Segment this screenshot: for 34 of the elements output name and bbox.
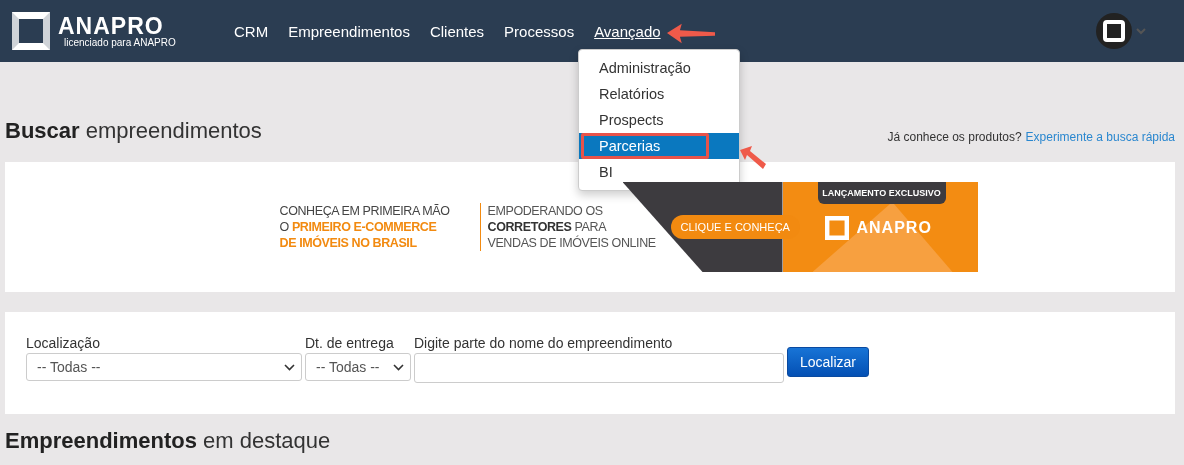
menu-item[interactable]: Relatórios — [579, 81, 739, 107]
nav-link[interactable]: Clientes — [429, 22, 485, 40]
field-label: Localização — [26, 335, 101, 351]
chevron-down-icon[interactable] — [1136, 27, 1146, 35]
search-button[interactable]: Localizar — [787, 347, 870, 377]
page-title: Buscar empreendimentos — [5, 118, 262, 144]
logo-icon — [824, 216, 849, 240]
field-label: Digite parte do nome do empreendimento — [414, 335, 674, 351]
menu-item[interactable]: Prospects — [579, 107, 739, 133]
nav-link[interactable]: CRM — [234, 22, 269, 40]
pointer-arrow — [665, 22, 717, 46]
avatar-icon[interactable] — [1096, 13, 1132, 49]
select-field[interactable]: -- Todas -- — [26, 353, 302, 381]
field-label: Dt. de entrega — [305, 335, 395, 351]
nav-link[interactable]: Processos — [504, 22, 575, 40]
quick-search-prompt: Já conhece os produtos? — [887, 130, 1022, 144]
chevron-down-icon — [284, 363, 295, 371]
section-title: Empreendimentos em destaque — [4, 428, 332, 454]
select-field[interactable]: -- Todas -- — [305, 353, 411, 381]
banner-brand: ANAPRO — [856, 219, 932, 237]
banner-tab: LANÇAMENTO EXCLUSIVO — [817, 182, 946, 204]
menu-item[interactable]: Parcerias — [579, 133, 739, 159]
name-input-field[interactable] — [414, 353, 784, 383]
pointer-arrow — [740, 146, 766, 172]
logo-icon — [12, 12, 50, 50]
menu-item[interactable]: BI — [579, 159, 739, 185]
chevron-down-icon — [393, 363, 404, 371]
menu-item[interactable]: Administração — [579, 55, 739, 81]
nav-link[interactable]: Empreendimentos — [288, 22, 410, 40]
nav-link[interactable]: Avançado — [594, 22, 661, 40]
brand-subtitle: licenciado para ANAPRO — [64, 36, 176, 48]
banner-tagline: EMPODERANDO OS CORRETORES PARA VENDAS DE IMÓVEIS ONLINE — [479, 203, 668, 251]
banner-headline: CONHEÇA EM PRIMEIRA MÃO O PRIMEIRO E-COMMERCE DE IMÓVEIS NO BRASIL — [279, 203, 451, 251]
brand-name: ANAPRO — [58, 14, 164, 37]
